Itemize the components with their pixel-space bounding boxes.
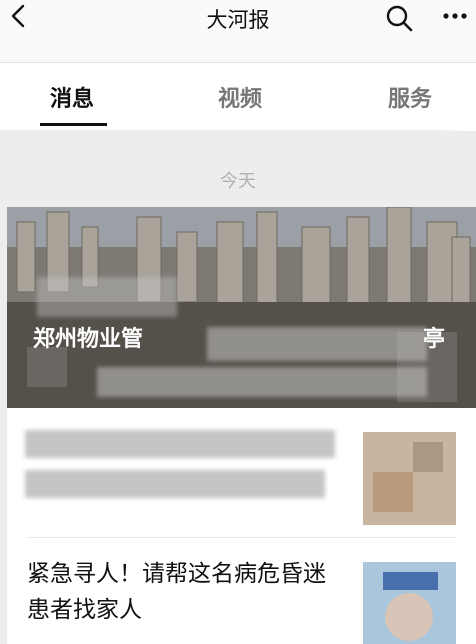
hero-image[interactable]: 郑州物业管 亭 — [7, 207, 476, 408]
tab-messages[interactable]: 消息 — [50, 81, 94, 113]
tab-bar: 消息 视频 服务 — [0, 62, 476, 131]
blurred-region — [37, 277, 177, 317]
list-item[interactable]: 紧急寻人！请帮这名病危昏迷患者找家人 — [7, 538, 476, 644]
date-separator: 今天 — [220, 171, 256, 192]
thumbnail-image[interactable] — [363, 562, 456, 644]
more-horizontal-icon[interactable] — [442, 8, 472, 22]
top-bar: 大河报 — [0, 0, 476, 62]
list-item[interactable] — [7, 408, 476, 538]
thumbnail-image[interactable] — [363, 432, 456, 525]
blurred-title-line — [25, 430, 335, 458]
hero-title: 郑州物业管 亭 — [33, 323, 473, 403]
blurred-title-line — [25, 470, 325, 498]
item-title: 紧急寻人！请帮这名病危昏迷患者找家人 — [27, 561, 326, 623]
tab-services[interactable]: 服务 — [388, 81, 432, 113]
tab-fade — [440, 63, 476, 131]
chat-page: 大河报 消息 视频 服务 今天 郑州物业管 亭 紧急寻人！请帮这名病危昏迷患者找… — [0, 0, 476, 644]
hero-title-prefix: 郑州物业管 — [33, 327, 144, 352]
active-tab-indicator — [40, 123, 107, 126]
article-card[interactable]: 郑州物业管 亭 紧急寻人！请帮这名病危昏迷患者找家人 — [7, 207, 476, 644]
search-icon[interactable] — [384, 3, 414, 33]
hero-title-suffix: 亭 — [423, 327, 446, 352]
tab-videos[interactable]: 视频 — [218, 81, 262, 113]
